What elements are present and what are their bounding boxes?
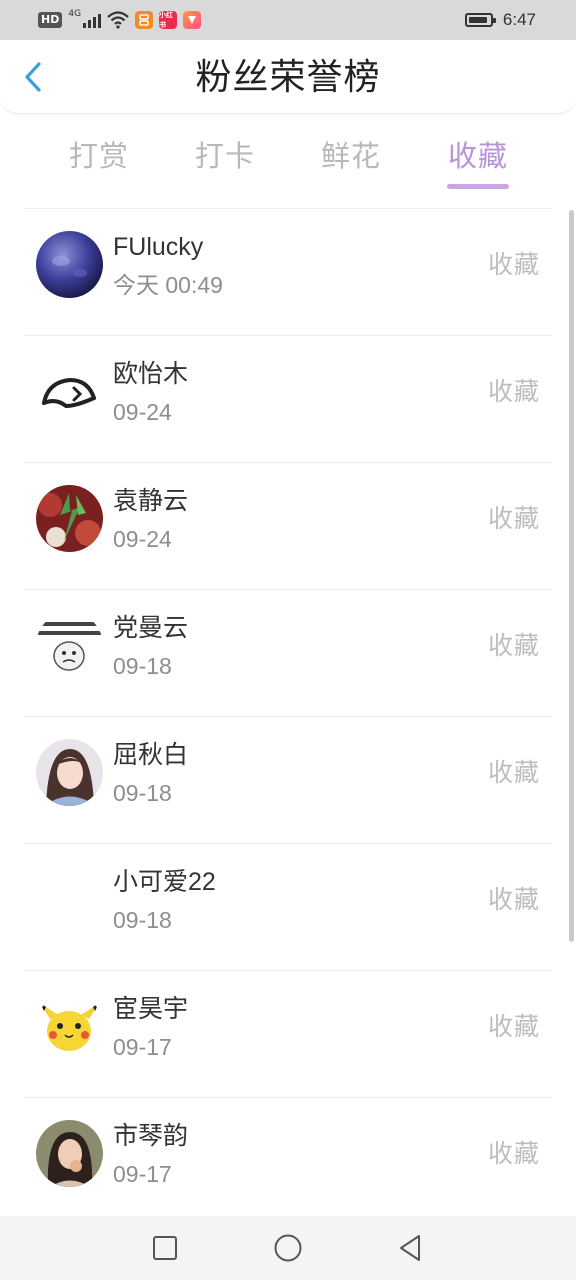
fan-list: FUlucky 今天 00:49 收藏 欧怡木 09-24 收藏 袁静云 09-… <box>0 209 576 1225</box>
girl-photo-avatar[interactable] <box>36 739 103 806</box>
favorite-label: 收藏 <box>487 504 540 533</box>
favorite-date: 今天 00:49 <box>113 272 223 298</box>
system-nav-bar <box>0 1216 576 1280</box>
home-button[interactable] <box>270 1230 306 1266</box>
user-name: 袁静云 <box>113 487 189 515</box>
list-item[interactable]: 宦昊宇 09-17 收藏 <box>0 971 576 1098</box>
user-name: 欧怡木 <box>113 360 189 388</box>
battery-level <box>468 17 487 23</box>
favorite-label: 收藏 <box>487 631 540 660</box>
list-item[interactable]: 袁静云 09-24 收藏 <box>0 463 576 590</box>
network-type-indicator: 4G <box>68 9 82 19</box>
recents-square-icon <box>153 1236 177 1260</box>
pikachu-avatar[interactable] <box>36 993 103 1060</box>
meme-face-avatar[interactable] <box>36 612 103 679</box>
battery-icon <box>464 13 496 27</box>
favorite-label: 收藏 <box>487 1012 540 1041</box>
list-item[interactable]: 党曼云 09-18 收藏 <box>0 590 576 717</box>
user-name: 小可爱22 <box>113 868 216 896</box>
list-item[interactable]: 小可爱22 09-18 收藏 <box>0 844 576 971</box>
status-bar: HD 4G 小红书 6:47 <box>0 0 576 40</box>
tab-flowers[interactable]: 鲜花 <box>301 134 401 178</box>
back-nav-button[interactable] <box>392 1230 428 1266</box>
user-name: 屈秋白 <box>113 741 189 769</box>
favorite-date: 09-18 <box>113 653 172 679</box>
red-gift-app-icon <box>183 11 202 29</box>
active-tab-indicator <box>447 184 509 189</box>
favorite-label: 收藏 <box>487 758 540 787</box>
favorite-date: 09-17 <box>113 1161 172 1187</box>
user-name: 党曼云 <box>113 614 189 642</box>
favorite-label: 收藏 <box>487 1139 540 1168</box>
clock: 6:47 <box>502 10 536 29</box>
sketch-icon-avatar[interactable] <box>36 358 103 425</box>
tab-favorites[interactable]: 收藏 <box>428 134 528 178</box>
favorite-date: 09-18 <box>113 907 172 933</box>
list-item[interactable]: 屈秋白 09-18 收藏 <box>0 717 576 844</box>
vegetables-avatar[interactable] <box>36 485 103 552</box>
status-bar-left: HD 4G 小红书 <box>38 9 202 31</box>
girl-photo-avatar-2[interactable] <box>36 1120 103 1187</box>
favorite-label: 收藏 <box>487 377 540 406</box>
status-bar-right: 6:47 <box>464 9 536 31</box>
favorite-date: 09-24 <box>113 526 172 552</box>
tab-bar: 打赏 打卡 鲜花 收藏 <box>0 130 576 190</box>
list-item[interactable]: 欧怡木 09-24 收藏 <box>0 336 576 463</box>
tab-checkin[interactable]: 打卡 <box>175 134 275 178</box>
taobao-app-icon <box>135 11 154 29</box>
home-circle-icon <box>274 1234 302 1262</box>
user-name: 市琴韵 <box>113 1122 189 1150</box>
user-name: 宦昊宇 <box>113 995 189 1023</box>
favorite-label: 收藏 <box>487 250 540 279</box>
scrollbar[interactable] <box>569 210 574 942</box>
planet-avatar[interactable] <box>36 231 103 298</box>
hd-indicator: HD <box>38 12 63 28</box>
user-name: FUlucky <box>113 233 204 261</box>
back-triangle-icon <box>400 1235 420 1261</box>
favorite-label: 收藏 <box>487 885 540 914</box>
page-title: 粉丝荣誉榜 <box>195 57 381 98</box>
signal-icon <box>83 12 102 28</box>
list-item[interactable]: 市琴韵 09-17 收藏 <box>0 1098 576 1225</box>
favorite-date: 09-24 <box>113 399 172 425</box>
page-header: 粉丝荣誉榜 <box>0 40 576 114</box>
list-item[interactable]: FUlucky 今天 00:49 收藏 <box>0 209 576 336</box>
recents-button[interactable] <box>147 1230 183 1266</box>
blank-avatar[interactable] <box>36 866 103 933</box>
wifi-icon <box>107 11 129 29</box>
tab-reward[interactable]: 打赏 <box>49 134 149 178</box>
xiaohongshu-app-icon: 小红书 <box>159 11 178 29</box>
favorite-date: 09-18 <box>113 780 172 806</box>
favorite-date: 09-17 <box>113 1034 172 1060</box>
